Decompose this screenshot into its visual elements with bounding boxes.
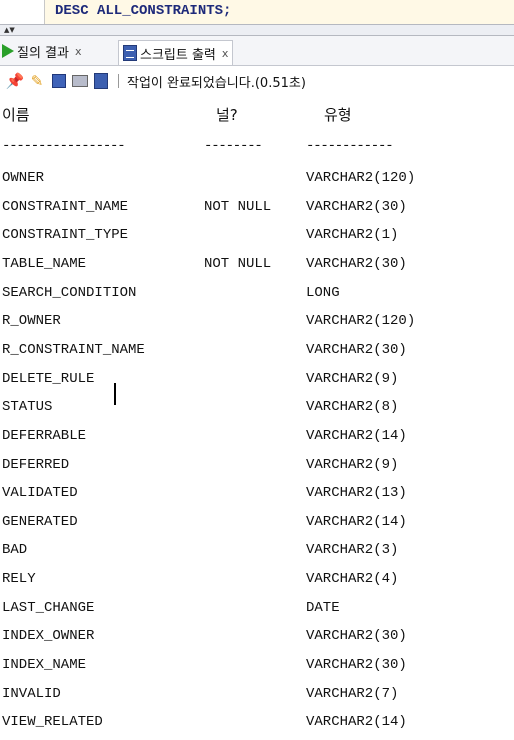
sql-code-line[interactable]: DESC ALL_CONSTRAINTS;: [55, 0, 231, 22]
table-row: TABLE_NAME NOT NULL VARCHAR2(30): [0, 250, 514, 278]
data-type-cell: DATE: [306, 599, 340, 616]
header-underline-type: ------------: [306, 138, 394, 154]
table-row: CONSTRAINT_NAME NOT NULL VARCHAR2(30): [0, 193, 514, 221]
nullable-cell: NOT NULL: [204, 255, 272, 272]
data-type-cell: VARCHAR2(7): [306, 685, 399, 702]
status-text: 작업이 완료되었습니다.(0.51초): [127, 75, 306, 91]
eraser-icon[interactable]: ✎: [28, 72, 46, 90]
data-type-cell: VARCHAR2(4): [306, 571, 399, 588]
data-type-cell: VARCHAR2(9): [306, 456, 399, 473]
column-name-cell: DEFERRED: [2, 456, 70, 473]
text-caret: [114, 383, 116, 405]
script-icon: [123, 45, 137, 61]
column-name-cell: RELY: [2, 571, 36, 588]
data-type-cell: VARCHAR2(14): [306, 427, 407, 444]
table-row: STATUS VARCHAR2(8): [0, 393, 514, 421]
column-name-cell: R_OWNER: [2, 313, 61, 330]
header-underline-name: -----------------: [2, 138, 126, 154]
table-row: R_CONSTRAINT_NAME VARCHAR2(30): [0, 336, 514, 364]
data-type-cell: VARCHAR2(14): [306, 714, 407, 731]
tab-query-result[interactable]: 질의 결과 x: [2, 40, 82, 62]
table-row: DEFERRED VARCHAR2(9): [0, 451, 514, 479]
editor-gutter: [0, 0, 44, 24]
data-type-cell: VARCHAR2(30): [306, 255, 407, 272]
column-name-cell: CONSTRAINT_NAME: [2, 198, 129, 215]
column-name-cell: BAD: [2, 542, 28, 559]
data-type-cell: VARCHAR2(120): [306, 313, 416, 330]
column-name-cell: DELETE_RULE: [2, 370, 95, 387]
column-name-cell: VIEW_RELATED: [2, 714, 103, 731]
data-type-cell: VARCHAR2(30): [306, 657, 407, 674]
output-toolbar: 📌 ✎ 작업이 완료되었습니다.(0.51초): [0, 66, 514, 96]
table-row: RELY VARCHAR2(4): [0, 565, 514, 593]
print-icon[interactable]: [72, 75, 88, 87]
play-icon: [2, 44, 14, 58]
close-icon[interactable]: x: [75, 45, 82, 58]
data-type-cell: VARCHAR2(3): [306, 542, 399, 559]
column-header-name: 이름: [2, 106, 30, 124]
data-type-cell: LONG: [306, 284, 340, 301]
table-row: BAD VARCHAR2(3): [0, 536, 514, 564]
table-row: SEARCH_CONDITION LONG: [0, 279, 514, 307]
data-type-cell: VARCHAR2(8): [306, 399, 399, 416]
tab-script-output-label: 스크립트 출력: [140, 47, 216, 63]
output-tab-bar: 질의 결과 x 스크립트 출력 x: [0, 36, 514, 66]
column-name-cell: INDEX_NAME: [2, 657, 87, 674]
column-name-cell: OWNER: [2, 170, 45, 186]
data-type-cell: VARCHAR2(30): [306, 628, 407, 645]
column-header-type: 유형: [324, 106, 352, 124]
column-name-cell: STATUS: [2, 399, 53, 416]
table-row: GENERATED VARCHAR2(14): [0, 508, 514, 536]
column-name-cell: DEFERRABLE: [2, 427, 87, 444]
sql-editor[interactable]: DESC ALL_CONSTRAINTS;: [0, 0, 514, 24]
table-row: VIEW_RELATED VARCHAR2(14): [0, 708, 514, 736]
gutter-divider: [44, 0, 45, 24]
collapse-arrows-icon[interactable]: ▲▼: [4, 26, 15, 35]
column-name-cell: LAST_CHANGE: [2, 599, 95, 616]
column-name-cell: R_CONSTRAINT_NAME: [2, 341, 145, 358]
panel-splitter[interactable]: ▲▼: [0, 24, 514, 36]
column-name-cell: SEARCH_CONDITION: [2, 284, 137, 301]
column-name-cell: INDEX_OWNER: [2, 628, 95, 645]
table-row: OWNER VARCHAR2(120): [0, 164, 514, 192]
data-type-cell: VARCHAR2(1): [306, 227, 399, 244]
data-type-cell: VARCHAR2(30): [306, 341, 407, 358]
table-row: VALIDATED VARCHAR2(13): [0, 479, 514, 507]
table-row: R_OWNER VARCHAR2(120): [0, 307, 514, 335]
column-name-cell: INVALID: [2, 685, 61, 702]
tab-script-output[interactable]: 스크립트 출력 x: [118, 40, 234, 65]
header-underline-null: --------: [204, 138, 263, 154]
table-row: CONSTRAINT_TYPE VARCHAR2(1): [0, 221, 514, 249]
column-name-cell: GENERATED: [2, 513, 78, 530]
table-row: LAST_CHANGE DATE: [0, 594, 514, 622]
data-type-cell: VARCHAR2(120): [306, 170, 416, 186]
column-header-null: 널?: [216, 106, 238, 124]
data-type-cell: VARCHAR2(13): [306, 485, 407, 502]
table-row: INDEX_OWNER VARCHAR2(30): [0, 622, 514, 650]
script-output-panel[interactable]: 이름 널? 유형 ----------------- -------- ----…: [0, 96, 514, 740]
data-type-cell: VARCHAR2(30): [306, 198, 407, 215]
table-row: DELETE_RULE VARCHAR2(9): [0, 365, 514, 393]
close-icon[interactable]: x: [222, 47, 229, 60]
nullable-cell: NOT NULL: [204, 198, 272, 215]
tab-query-result-label: 질의 결과: [17, 45, 69, 61]
table-row: INVALID VARCHAR2(7): [0, 680, 514, 708]
save-icon[interactable]: [52, 74, 66, 88]
toolbar-separator: [118, 74, 119, 88]
pin-icon[interactable]: 📌: [6, 72, 25, 90]
data-type-cell: VARCHAR2(14): [306, 513, 407, 530]
data-type-cell: VARCHAR2(9): [306, 370, 399, 387]
column-name-cell: CONSTRAINT_TYPE: [2, 227, 129, 244]
column-name-cell: TABLE_NAME: [2, 255, 87, 272]
table-row: DEFERRABLE VARCHAR2(14): [0, 422, 514, 450]
doc-icon[interactable]: [94, 73, 108, 89]
table-row: INDEX_NAME VARCHAR2(30): [0, 651, 514, 679]
column-name-cell: VALIDATED: [2, 485, 78, 502]
